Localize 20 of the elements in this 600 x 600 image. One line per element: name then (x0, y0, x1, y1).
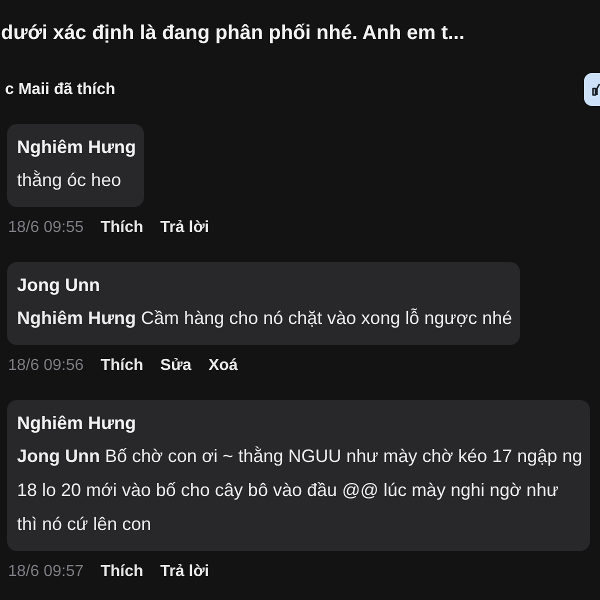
post-title: dưới xác định là đang phân phối nhé. Anh em t... (1, 21, 466, 46)
comment-author[interactable]: Nghiêm Hưng (17, 410, 136, 436)
comment-timestamp: 18/6 09:55 (8, 218, 84, 238)
comment-action-link[interactable]: Trả lời (160, 562, 210, 582)
comment-text: thằng óc heo (17, 169, 122, 192)
comment-action-link[interactable]: Xoá (208, 356, 238, 376)
comment-timestamp: 18/6 09:56 (8, 356, 84, 376)
comment-action-link[interactable]: Thích (100, 218, 144, 238)
comment-text: Nghiêm Hưng Cầm hàng cho nó chặt vào xong lỗ ngược nhé (17, 307, 512, 330)
comment-action-link[interactable]: Thích (100, 356, 144, 376)
likes-summary[interactable]: c Maii đã thích (5, 80, 116, 100)
comment-timestamp: 18/6 09:57 (8, 562, 84, 582)
comment-author[interactable]: Nghiêm Hưng (17, 134, 136, 160)
comment-action-link[interactable]: Sửa (160, 356, 192, 376)
thumbs-up-icon (592, 83, 600, 96)
comment-action-link[interactable]: Trả lời (160, 218, 210, 238)
comment-author[interactable]: Jong Unn (17, 272, 100, 298)
comment-action-link[interactable]: Thích (100, 562, 144, 582)
comment-text: Jong Unn Bố chờ con ơi ~ thằng NGUU như mày chờ kéo 17 ngập ng 18 lo 20 mới vào bố cho cây bô vào đầu @@ lúc mày nghi ngờ như thì nó cứ lên con (17, 445, 582, 536)
like-button[interactable] (584, 73, 600, 106)
